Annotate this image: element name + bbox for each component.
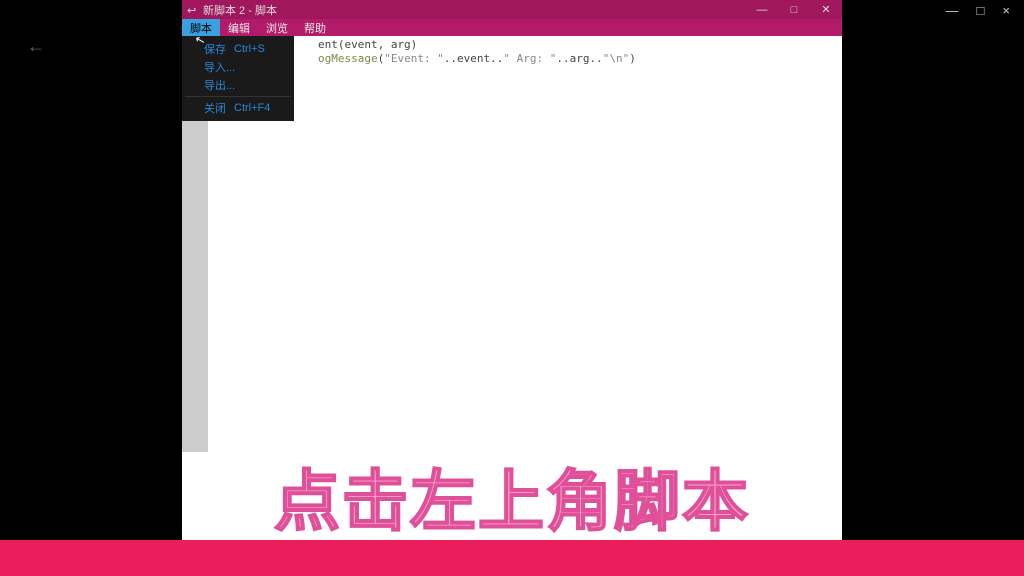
menu-close-shortcut: Ctrl+F4 (234, 102, 270, 114)
menu-edit[interactable]: 编辑 (220, 19, 258, 36)
app-icon: ↩ (187, 4, 199, 16)
outer-close-button[interactable]: × (1002, 4, 1010, 17)
script-menu-dropdown: 保存 Ctrl+S 导入... 导出... 关闭 Ctrl+F4 (182, 36, 294, 121)
back-button[interactable]: ← (27, 36, 45, 57)
menu-close[interactable]: 关闭 Ctrl+F4 (182, 99, 294, 117)
menu-import-label: 导入... (204, 59, 235, 75)
window-title: 新脚本 2 - 脚本 (203, 2, 277, 18)
outer-maximize-button[interactable]: □ (977, 4, 985, 17)
close-button[interactable]: ✕ (810, 0, 842, 19)
menu-separator (185, 96, 291, 97)
menu-browse[interactable]: 浏览 (258, 19, 296, 36)
menu-import[interactable]: 导入... (182, 58, 294, 76)
menu-close-label: 关闭 (204, 100, 226, 116)
menu-save-label: 保存 (204, 41, 226, 57)
progress-bar[interactable] (0, 540, 1024, 576)
menu-help[interactable]: 帮助 (296, 19, 334, 36)
code-editor[interactable]: ent(event, arg) ogMessage("Event: "..eve… (208, 36, 842, 518)
tutorial-annotation: 点击左上角脚本 (182, 452, 842, 540)
outer-minimize-button[interactable]: — (946, 4, 959, 17)
maximize-button[interactable]: □ (778, 0, 810, 19)
menu-export-label: 导出... (204, 77, 235, 93)
menu-save-shortcut: Ctrl+S (234, 43, 265, 55)
outer-window-controls: — □ × (946, 0, 1024, 20)
menu-export[interactable]: 导出... (182, 76, 294, 94)
annotation-text: 点击左上角脚本 (274, 448, 750, 544)
menu-bar: 脚本 编辑 浏览 帮助 保存 Ctrl+S 导入... 导出... 关闭 Ctr… (182, 19, 842, 36)
window-titlebar[interactable]: ↩ 新脚本 2 - 脚本 — □ ✕ (182, 0, 842, 19)
minimize-button[interactable]: — (746, 0, 778, 19)
window-controls: — □ ✕ (746, 0, 842, 19)
